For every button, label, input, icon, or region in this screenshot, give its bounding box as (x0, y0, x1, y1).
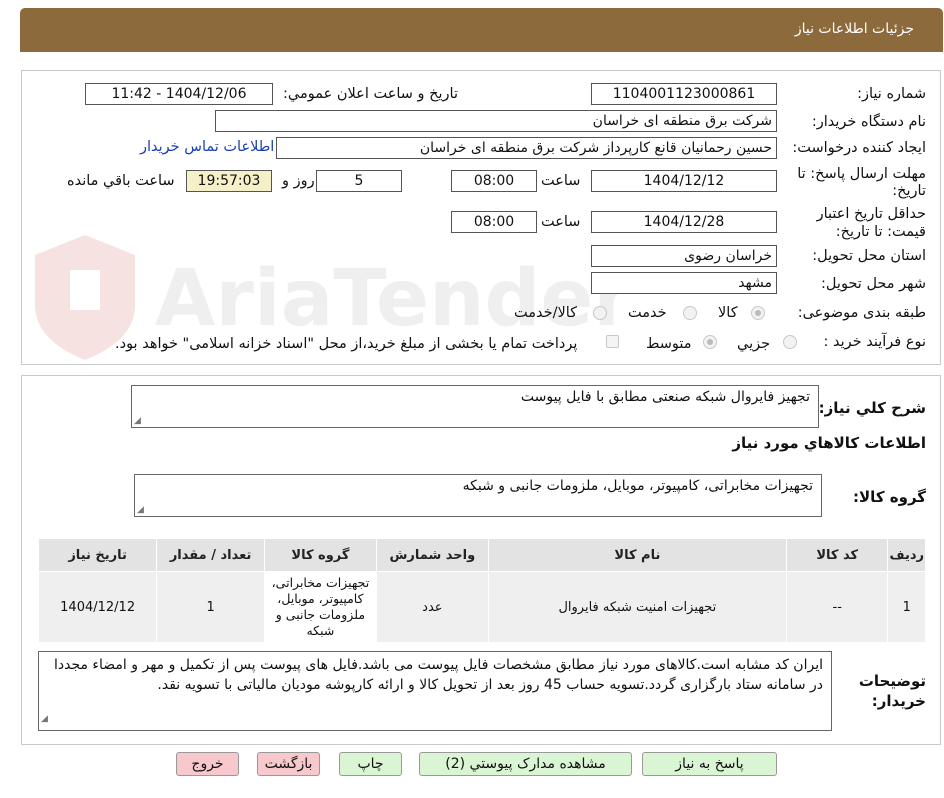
goods-group-textarea: تجهیزات مخابراتی، کامپیوتر، موبایل، ملزو… (134, 474, 822, 517)
cell-group: تجهیزات مخابراتی، کامپیوتر، موبایل، ملزو… (263, 571, 377, 643)
goods-table: رديف کد کالا نام کالا واحد شمارش گروه کا… (37, 538, 926, 643)
resize-grip-icon[interactable]: ◢ (134, 416, 141, 426)
print-button[interactable]: چاپ (339, 752, 402, 776)
process-label: نوع فرآيند خريد : (823, 334, 926, 350)
deadline-label-1: مهلت ارسال پاسخ: تا (797, 166, 926, 182)
remaining-word: ساعت باقي مانده (67, 173, 175, 189)
general-desc-textarea: تجهیز فایروال شبکه صنعتی مطابق با فایل پ… (131, 385, 819, 428)
days-left-field: 5 (316, 170, 402, 192)
process-radio-minor[interactable] (783, 335, 797, 349)
col-header-group: گروه کالا (263, 538, 377, 572)
buyer-notes-textarea: ایران کد مشابه است.کالاهای مورد نیاز مطا… (38, 651, 832, 731)
announce-datetime-field: 1404/12/06 - 11:42 (85, 83, 273, 105)
goods-info-title: اطلاعات کالاهاي مورد نياز (732, 434, 926, 452)
col-header-quantity: تعداد / مقدار (156, 538, 265, 572)
cell-row-number: 1 (887, 571, 926, 643)
category-option-both: کالا/خدمت (514, 305, 578, 321)
goods-group-text: تجهیزات مخابراتی، کامپیوتر، موبایل، ملزو… (462, 478, 813, 494)
view-attachments-button[interactable]: مشاهده مدارک پيوستي (2) (419, 752, 632, 776)
category-radio-both[interactable] (593, 306, 607, 320)
time-left-field: 19:57:03 (186, 170, 272, 192)
city-field: مشهد (591, 272, 777, 294)
validity-label-2: قيمت: تا تاريخ: (835, 224, 926, 240)
deadline-time-word: ساعت (541, 173, 581, 189)
category-option-goods: کالا (718, 305, 738, 321)
resize-grip-icon[interactable]: ◢ (137, 505, 144, 515)
col-header-row: رديف (887, 538, 926, 572)
exit-button[interactable]: خروج (176, 752, 239, 776)
validity-time-field: 08:00 (451, 211, 537, 233)
requester-field: حسین رحمانیان قانع کارپرداز شرکت برق منط… (276, 137, 777, 159)
col-header-name: نام کالا (487, 538, 787, 572)
category-option-service: خدمت (628, 305, 667, 321)
need-number-field: 1104001123000861 (591, 83, 777, 105)
province-label: استان محل تحويل: (812, 248, 926, 264)
cell-name: تجهیزات امنیت شبکه فایروال (487, 571, 787, 643)
process-option-medium: متوسط (646, 336, 692, 352)
buyer-notes-text: ایران کد مشابه است.کالاهای مورد نیاز مطا… (53, 657, 823, 693)
cell-unit: عدد (375, 571, 489, 643)
general-desc-text: تجهیز فایروال شبکه صنعتی مطابق با فایل پ… (520, 389, 810, 405)
buyer-org-field: شرکت برق منطقه ای خراسان (215, 110, 777, 132)
col-header-code: کد کالا (785, 538, 889, 572)
day-word: روز و (282, 173, 315, 189)
page-title: جزئیات اطلاعات نیاز (794, 21, 914, 37)
page-header: جزئیات اطلاعات نیاز (20, 8, 943, 52)
process-option-minor: جزيي (737, 336, 771, 352)
goods-group-label: گروه کالا: (853, 488, 926, 506)
col-header-date: تاريخ نياز (37, 538, 158, 572)
requester-label: ايجاد کننده درخواست: (792, 140, 926, 156)
province-field: خراسان رضوی (591, 245, 777, 267)
cell-code: -- (785, 571, 889, 643)
cell-quantity: 1 (156, 571, 265, 643)
back-button[interactable]: بازگشت (257, 752, 320, 776)
reply-button[interactable]: پاسخ به نياز (642, 752, 777, 776)
buyer-notes-label-2: خريدار: (871, 692, 926, 710)
need-number-label: شماره نیاز: (857, 86, 926, 102)
category-label: طبقه بندی موضوعی: (797, 305, 926, 321)
validity-label-1: حداقل تاريخ اعتبار (816, 206, 926, 222)
resize-grip-icon[interactable]: ◢ (41, 709, 48, 729)
treasury-payment-note: پرداخت تمام يا بخشی از مبلغ خريد،از محل … (115, 336, 578, 352)
buyer-org-label: نام دستگاه خريدار: (811, 114, 926, 130)
buyer-notes-label-1: توضيحات (858, 672, 926, 690)
validity-time-word: ساعت (541, 214, 581, 230)
deadline-time-field: 08:00 (451, 170, 537, 192)
category-radio-service[interactable] (683, 306, 697, 320)
category-radio-goods[interactable] (751, 306, 765, 320)
cell-date: 1404/12/12 (37, 571, 158, 643)
col-header-unit: واحد شمارش (375, 538, 489, 572)
validity-date-field: 1404/12/28 (591, 211, 777, 233)
announce-label: تاریخ و ساعت اعلان عمومي: (283, 86, 458, 102)
table-row: 1 -- تجهیزات امنیت شبکه فایروال عدد تجهی… (37, 571, 926, 643)
deadline-date-field: 1404/12/12 (591, 170, 777, 192)
process-radio-medium[interactable] (703, 335, 717, 349)
treasury-payment-checkbox[interactable] (606, 335, 619, 348)
general-desc-label: شرح کلي نياز: (818, 399, 926, 417)
city-label: شهر محل تحويل: (821, 276, 926, 292)
buyer-contact-link[interactable]: اطلاعات تماس خريدار (140, 139, 274, 155)
deadline-label-2: تاريخ: (892, 183, 926, 199)
